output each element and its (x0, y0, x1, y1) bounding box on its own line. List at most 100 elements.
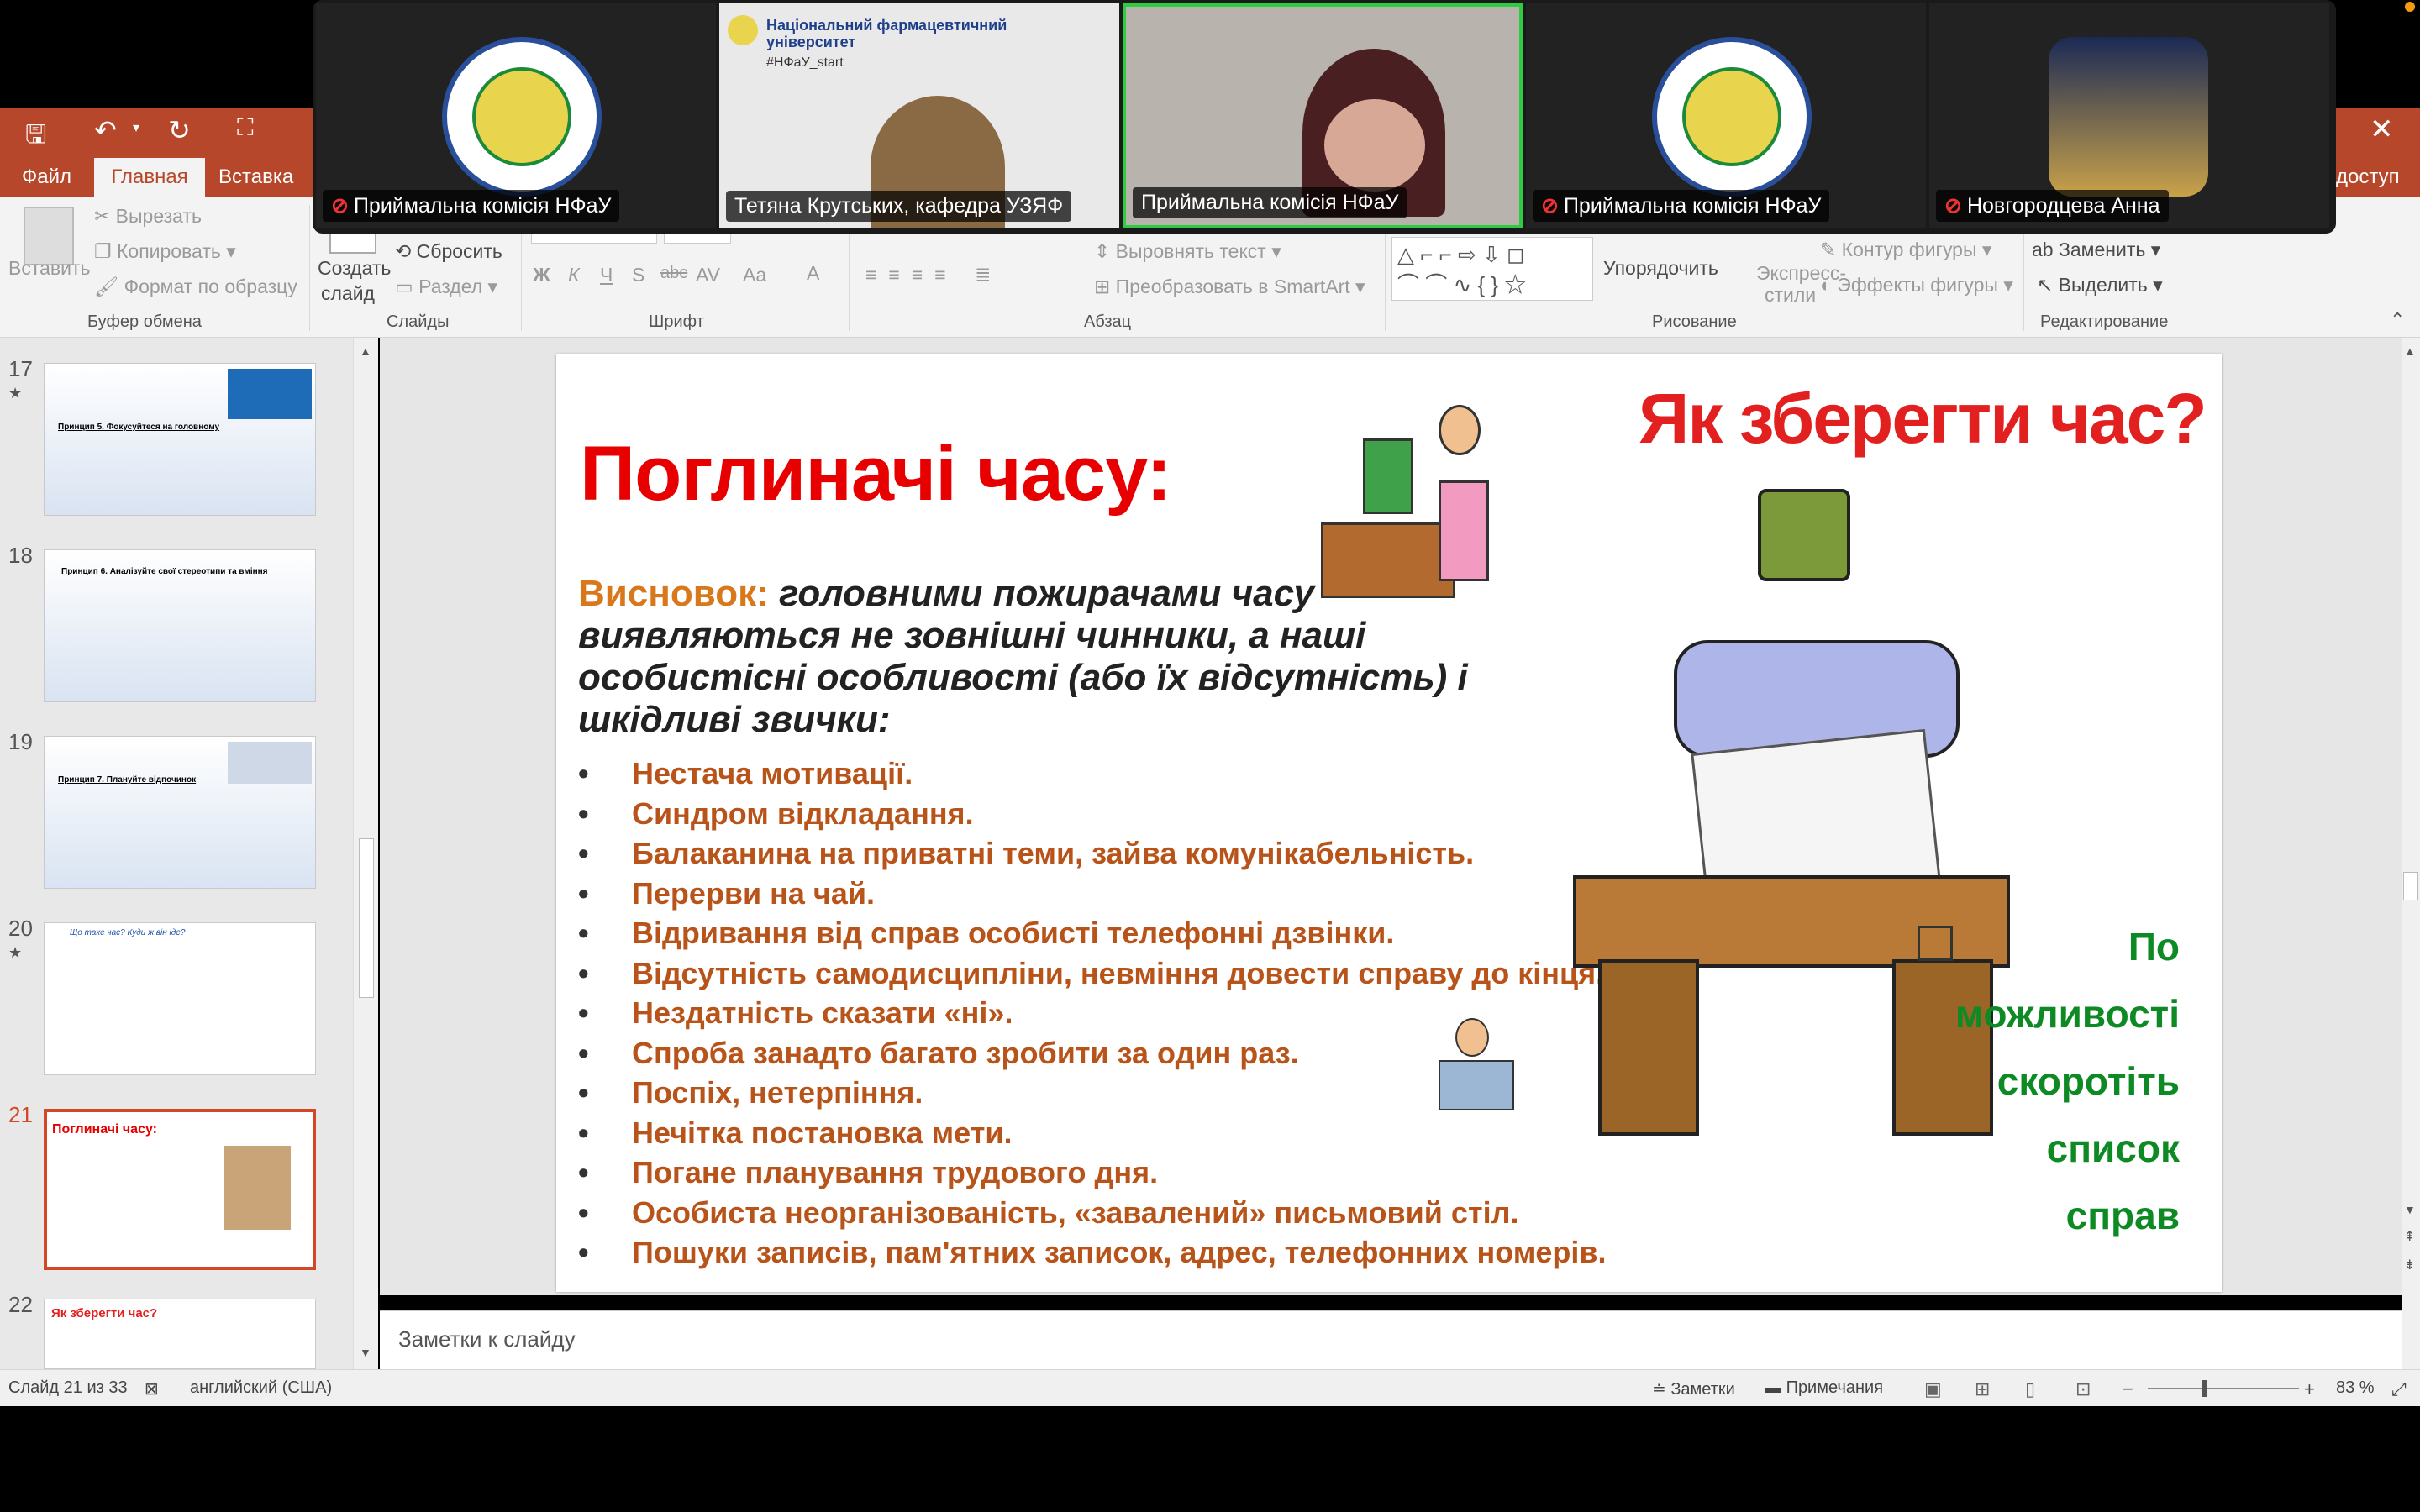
current-slide[interactable]: Поглиначі часу: Як зберегти час? Висново… (556, 354, 2222, 1292)
format-painter-label: Формат по образцу (124, 276, 297, 297)
comments-toggle[interactable]: ▬ Примечания (1765, 1378, 1883, 1398)
bullet-dot-icon: • (578, 756, 589, 790)
language-indicator[interactable]: английский (США) (190, 1378, 332, 1398)
arrange-button[interactable]: Упорядочить (1603, 257, 1718, 280)
bullet-dot-icon: • (578, 1194, 589, 1230)
reset-button[interactable]: ⟲ Сбросить (395, 240, 502, 263)
cut-button[interactable]: ✂ Вырезать (94, 205, 202, 228)
participant-name: Приймальна комісія НФаУ (1141, 191, 1399, 214)
tip-line: По (2128, 925, 2180, 969)
previous-slide-icon[interactable]: ⇞ (2404, 1228, 2415, 1245)
close-icon[interactable]: ✕ (2370, 113, 2394, 146)
align-text-button[interactable]: ⇕ Выровнять текст ▾ (1094, 240, 1281, 263)
tab-insert[interactable]: Вставка (202, 158, 310, 197)
format-painter-button[interactable]: 🖌 Формат по образцу (94, 276, 297, 298)
participant-tile[interactable]: ⊘ Новгородцева Анна (1929, 3, 2329, 228)
scroll-up-icon[interactable]: ▲ (2404, 344, 2416, 358)
section-button[interactable]: ▭ Раздел ▾ (395, 276, 497, 298)
align-text-icon: ⇕ (1094, 240, 1116, 262)
bullet-item: • Перерви на чай. (578, 876, 875, 911)
bullet-dot-icon: • (578, 916, 589, 950)
slideshow-view-icon[interactable]: ⊡ (2075, 1378, 2091, 1400)
thumb-number: 20 (8, 916, 33, 941)
shape-outline-button[interactable]: ✎ Контур фигуры ▾ (1820, 239, 1991, 261)
bullet-text: Нездатність сказати «ні». (632, 995, 1013, 1030)
paragraph-group-label: Абзац (1084, 312, 1132, 331)
spell-check-icon[interactable]: ⊠ (145, 1378, 159, 1399)
trousers-shape (1758, 489, 1850, 581)
status-bar: Слайд 21 из 33 ⊠ английский (США) ≐ Заме… (0, 1369, 2420, 1406)
reading-view-icon[interactable]: ▯ (2025, 1378, 2035, 1400)
font-color-button[interactable]: A (807, 262, 819, 285)
select-button[interactable]: ↖ Выделить ▾ (2037, 274, 2163, 297)
italic-button[interactable]: К (568, 264, 580, 286)
desk-shape (1321, 522, 1455, 598)
thumb-title: Принцип 5. Фокусуйтеся на головному (58, 423, 220, 432)
shapes-gallery[interactable]: △ ⌐ ⌐ ⇨ ⇩ ◻ ⌒ ⌒ ∿ { } ☆ (1392, 237, 1593, 301)
bullet-dot-icon: • (578, 836, 589, 870)
change-case-button[interactable]: Aa (743, 264, 766, 286)
scroll-thumb[interactable] (2403, 872, 2418, 900)
zoom-level[interactable]: 83 % (2336, 1378, 2375, 1398)
canvas-scrollbar[interactable]: ▲ ▼ ⇞ ⇟ (2402, 338, 2420, 1369)
slide-thumbnail-21[interactable]: Поглиначі часу: (44, 1109, 316, 1270)
scroll-down-icon[interactable]: ▼ (2404, 1203, 2416, 1216)
replace-button[interactable]: ab Заменить ▾ (2032, 239, 2160, 261)
participant-tile[interactable]: ⊘ Приймальна комісія НФаУ (1526, 3, 1926, 228)
participant-tile[interactable]: Національний фармацевтичний університет … (719, 3, 1119, 228)
copy-button[interactable]: ❐ Копировать ▾ (94, 240, 236, 263)
strike-button[interactable]: abc (660, 264, 687, 283)
slide-thumbnail-22[interactable]: Як зберегти час? (44, 1299, 316, 1369)
redo-icon[interactable]: ↻ (168, 114, 191, 146)
new-slide-label-2[interactable]: слайд (321, 282, 375, 305)
tab-home[interactable]: Главная (94, 158, 205, 197)
normal-view-icon[interactable]: ▣ (1924, 1378, 1942, 1400)
tip-line: скоротіть (1996, 1059, 2180, 1103)
tab-file[interactable]: Файл (5, 158, 88, 197)
char-spacing-button[interactable]: AV (696, 264, 720, 286)
scroll-thumb[interactable] (359, 838, 374, 998)
next-slide-icon[interactable]: ⇟ (2404, 1257, 2415, 1273)
bullet-text: Особиста неорганізованість, «завалений» … (632, 1194, 1519, 1230)
participant-tile[interactable]: ⊘ Приймальна комісія НФаУ (316, 3, 716, 228)
participant-tile-active[interactable]: Приймальна комісія НФаУ (1123, 3, 1523, 228)
conclusion-label: Висновок: (578, 573, 769, 614)
slides-pane-scrollbar[interactable]: ▲ ▼ (353, 338, 378, 1369)
quick-styles-label-2[interactable]: стили (1765, 284, 1816, 307)
zoom-slider-handle[interactable] (2202, 1380, 2207, 1397)
notes-placeholder[interactable]: Заметки к слайду (398, 1326, 576, 1352)
slide-thumbnail-17[interactable]: Принцип 5. Фокусуйтеся на головному (44, 363, 316, 516)
align-buttons[interactable]: ≡≡≡≡ ≣ (865, 264, 1002, 286)
slide-thumbnail-20[interactable]: Що таке час? Куди ж він іде? (44, 922, 316, 1075)
bullet-item: • Нечітка постановка мети. (578, 1116, 1012, 1151)
undo-dropdown-icon[interactable]: ▾ (133, 119, 139, 136)
notes-toggle[interactable]: ≐ Заметки (1652, 1378, 1735, 1399)
notification-dot (2405, 2, 2415, 12)
slide-thumbnail-18[interactable]: Принцип 6. Аналізуйте свої стереотипи та… (44, 549, 316, 702)
slide-sorter-icon[interactable]: ⊞ (1975, 1378, 1990, 1400)
collapse-ribbon-icon[interactable]: ⌃ (2390, 309, 2405, 331)
zoom-slider[interactable] (2148, 1388, 2299, 1389)
shadow-button[interactable]: S (632, 264, 644, 286)
scroll-up-icon[interactable]: ▲ (360, 344, 371, 358)
bold-button[interactable]: Ж (533, 264, 550, 286)
zoom-out-icon[interactable]: − (2123, 1378, 2133, 1400)
fit-to-window-icon[interactable]: ⤢ (2391, 1378, 2407, 1400)
notes-pane[interactable]: Заметки к слайду (380, 1310, 2402, 1369)
undo-icon[interactable]: ↶ (94, 114, 117, 146)
scroll-down-icon[interactable]: ▼ (360, 1346, 371, 1359)
smartart-button[interactable]: ⊞ Преобразовать в SmartArt ▾ (1094, 276, 1365, 298)
underline-button[interactable]: Ч (600, 264, 613, 286)
start-slideshow-icon[interactable]: ⛶ (237, 114, 254, 142)
shape-effects-button[interactable]: ◐ Эффекты фигуры ▾ (1820, 274, 2013, 297)
save-icon[interactable]: 🖫 (25, 116, 47, 159)
thumb-image (224, 1146, 291, 1230)
new-slide-label-1[interactable]: Создать (318, 257, 391, 280)
pen-icon: ✎ (1820, 239, 1842, 260)
zoom-in-icon[interactable]: + (2304, 1378, 2315, 1400)
shape-outline-label: Контур фигуры (1841, 239, 1977, 260)
tip-line: можливості (1954, 992, 2180, 1036)
slide-thumbnail-19[interactable]: Принцип 7. Плануйте відпочинок (44, 736, 316, 889)
effects-icon: ◐ (1820, 274, 1838, 296)
paste-button[interactable]: Вставить (8, 257, 91, 280)
